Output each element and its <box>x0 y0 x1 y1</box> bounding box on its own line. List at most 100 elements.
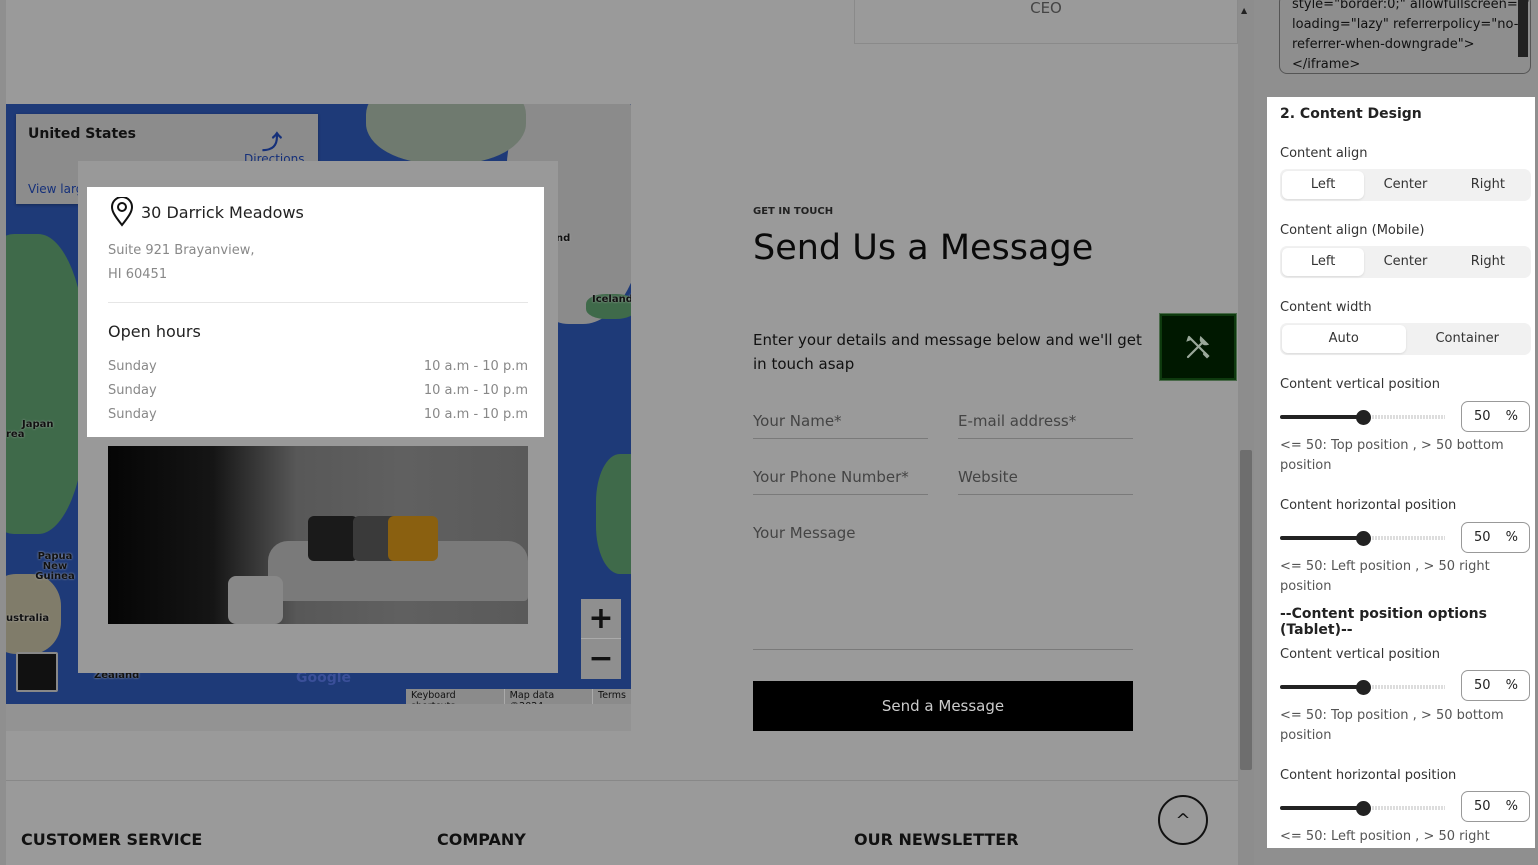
tablet-horizontal-position-slider[interactable] <box>1280 801 1445 816</box>
tablet-horizontal-position-label: Content horizontal position <box>1280 768 1457 783</box>
map-label: Iceland <box>592 294 631 305</box>
width-container-option[interactable]: Container <box>1406 325 1530 353</box>
content-width-toggle: Auto Container <box>1280 323 1531 355</box>
time: 10 a.m - 10 p.m <box>423 383 528 398</box>
footer-heading: COMPANY <box>437 830 526 849</box>
map-zoom-controls: + − <box>581 599 621 679</box>
location-info-card: 30 Darrick Meadows Suite 921 Brayanview,… <box>87 187 544 437</box>
scroll-up-icon[interactable]: ▲ <box>1241 6 1247 15</box>
hours-row: Sunday 10 a.m - 10 p.m <box>108 407 528 422</box>
map-label: ustralia <box>6 613 50 624</box>
tablet-vertical-position-hint: <= 50: Top position , > 50 bottom positi… <box>1280 708 1504 743</box>
contact-eyebrow: GET IN TOUCH <box>753 206 834 217</box>
email-input[interactable]: E-mail address* <box>958 412 1133 439</box>
value: 50 <box>1474 678 1491 693</box>
content-align-toggle: Left Center Right <box>1280 169 1531 201</box>
divider <box>108 302 528 303</box>
footer-heading: OUR NEWSLETTER <box>854 830 1019 849</box>
embed-code-textarea[interactable]: style="border:0;" allowfullscreen="" loa… <box>1279 0 1531 74</box>
content-design-panel: 2. Content Design Content align Left Cen… <box>1267 97 1535 848</box>
day: Sunday <box>108 407 157 422</box>
address-line2: Suite 921 Brayanview, <box>108 243 255 258</box>
unit: % <box>1505 409 1518 424</box>
unit: % <box>1505 530 1518 545</box>
map-pin-icon <box>110 197 134 227</box>
content-width-label: Content width <box>1280 300 1372 315</box>
map-attribution: Keyboard shortcuts Map data ©2024 Terms <box>406 689 631 704</box>
embed-code-text: style="border:0;" allowfullscreen="" loa… <box>1292 0 1530 72</box>
phone-input[interactable]: Your Phone Number* <box>753 468 928 495</box>
scrollbar-thumb[interactable] <box>1240 450 1252 770</box>
content-align-mobile-label: Content align (Mobile) <box>1280 223 1425 238</box>
map-label: Japan <box>22 419 54 430</box>
align-right-option[interactable]: Right <box>1447 171 1529 199</box>
content-align-mobile-toggle: Left Center Right <box>1280 246 1531 278</box>
map-label: nd <box>556 233 571 244</box>
footer-heading: CUSTOMER SERVICE <box>21 830 203 849</box>
section-title: 2. Content Design <box>1280 106 1422 122</box>
mobile-align-left-option[interactable]: Left <box>1282 248 1365 276</box>
tools-icon <box>1186 335 1210 359</box>
chevron-up-icon: ^ <box>1175 810 1191 831</box>
value: 50 <box>1474 530 1491 545</box>
time: 10 a.m - 10 p.m <box>423 359 528 374</box>
back-to-top-button[interactable]: ^ <box>1158 795 1208 845</box>
interior-photo <box>108 446 528 624</box>
tablet-vertical-position-label: Content vertical position <box>1280 647 1440 662</box>
vertical-position-hint: <= 50: Top position , > 50 bottom positi… <box>1280 438 1504 473</box>
address-line3: HI 60451 <box>108 267 168 282</box>
place-name: United States <box>28 126 136 142</box>
zoom-in-button[interactable]: + <box>581 599 621 639</box>
vertical-position-slider[interactable] <box>1280 410 1445 425</box>
horizontal-position-label: Content horizontal position <box>1280 498 1457 513</box>
contact-title: Send Us a Message <box>753 228 1094 268</box>
keyboard-shortcuts-link[interactable]: Keyboard shortcuts <box>406 689 504 704</box>
align-center-option[interactable]: Center <box>1364 171 1446 199</box>
team-role: CEO <box>854 0 1238 44</box>
day: Sunday <box>108 383 157 398</box>
tablet-vertical-position-slider[interactable] <box>1280 680 1445 695</box>
vertical-position-label: Content vertical position <box>1280 377 1440 392</box>
horizontal-position-hint: <= 50: Left position , > 50 right positi… <box>1280 559 1490 594</box>
map-data-text: Map data ©2024 <box>503 689 592 704</box>
footer-divider <box>6 780 1238 781</box>
content-align-label: Content align <box>1280 146 1368 161</box>
name-input[interactable]: Your Name* <box>753 412 928 439</box>
message-textarea[interactable]: Your Message <box>753 524 1133 650</box>
map-label: Papua New Guinea <box>35 551 75 582</box>
mobile-align-right-option[interactable]: Right <box>1447 248 1529 276</box>
website-input[interactable]: Website <box>958 468 1133 495</box>
address-line1: 30 Darrick Meadows <box>141 202 304 222</box>
width-auto-option[interactable]: Auto <box>1282 325 1406 353</box>
zoom-out-button[interactable]: − <box>581 639 621 679</box>
tablet-vertical-position-input[interactable]: 50% <box>1461 670 1530 701</box>
vertical-position-input[interactable]: 50% <box>1461 401 1530 432</box>
view-larger-map-link[interactable]: View larg <box>28 182 83 196</box>
textarea-scrollbar[interactable] <box>1518 0 1528 57</box>
hours-row: Sunday 10 a.m - 10 p.m <box>108 359 528 374</box>
mobile-align-center-option[interactable]: Center <box>1364 248 1446 276</box>
hours-row: Sunday 10 a.m - 10 p.m <box>108 383 528 398</box>
align-left-option[interactable]: Left <box>1282 171 1365 199</box>
horizontal-position-slider[interactable] <box>1280 531 1445 546</box>
page-preview: CEO United States ⤴ Directions View larg… <box>6 0 1238 865</box>
contact-intro: Enter your details and message below and… <box>753 331 1142 373</box>
tablet-horizontal-position-hint: <= 50: Left position , > 50 right positi… <box>1280 829 1490 844</box>
tools-button[interactable] <box>1159 313 1237 381</box>
horizontal-position-input[interactable]: 50% <box>1461 522 1530 553</box>
time: 10 a.m - 10 p.m <box>423 407 528 422</box>
open-hours-title: Open hours <box>108 322 201 341</box>
tablet-options-header: --Content position options (Tablet)-- <box>1280 606 1487 638</box>
value: 50 <box>1474 409 1491 424</box>
tablet-horizontal-position-input[interactable]: 50% <box>1461 791 1530 822</box>
address: 30 Darrick Meadows <box>109 197 304 227</box>
terms-link[interactable]: Terms <box>592 689 631 704</box>
value: 50 <box>1474 799 1491 814</box>
send-message-button[interactable]: Send a Message <box>753 681 1133 731</box>
unit: % <box>1505 678 1518 693</box>
unit: % <box>1505 799 1518 814</box>
map-type-toggle[interactable] <box>16 652 58 692</box>
day: Sunday <box>108 359 157 374</box>
directions-icon[interactable]: ⤴ <box>262 126 282 155</box>
map-label: rea <box>6 429 25 440</box>
